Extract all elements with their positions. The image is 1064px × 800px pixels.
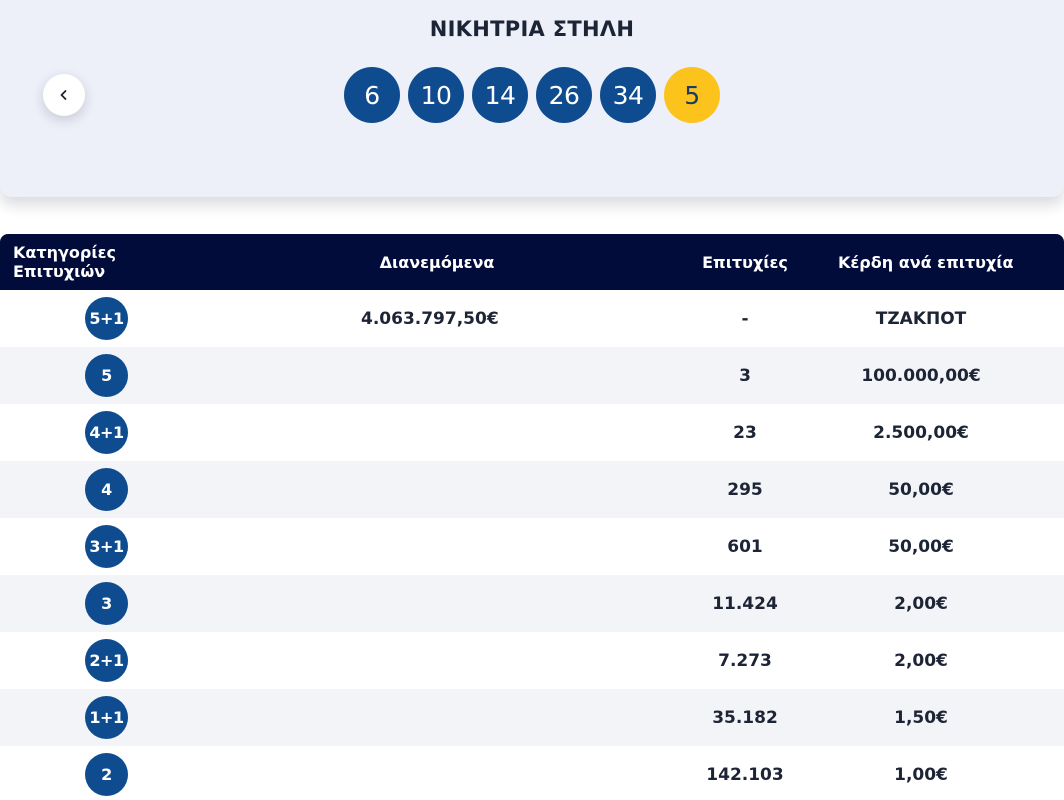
winners-cell: 11.424 <box>712 593 778 614</box>
table-row: 2 142.103 1,00€ <box>0 746 1064 800</box>
category-badge: 5 <box>85 354 128 397</box>
header-category: Κατηγορίες Επιτυχιών <box>13 243 116 281</box>
number-ball: 6 <box>344 67 400 123</box>
table-row: 2+1 7.273 2,00€ <box>0 632 1064 689</box>
prize-table: Κατηγορίες Επιτυχιών Διανεμόμενα Επιτυχί… <box>0 234 1064 800</box>
winners-cell: 3 <box>739 365 751 386</box>
winners-cell: 295 <box>727 479 763 500</box>
category-badge: 3 <box>85 582 128 625</box>
table-row: 4 295 50,00€ <box>0 461 1064 518</box>
header-winners: Επιτυχίες <box>702 252 788 272</box>
header-distributed: Διανεμόμενα <box>379 252 495 272</box>
table-row: 4+1 23 2.500,00€ <box>0 404 1064 461</box>
prize-cell: 2.500,00€ <box>873 422 969 443</box>
winners-cell: - <box>741 308 749 329</box>
bonus-ball: 5 <box>664 67 720 123</box>
category-badge: 1+1 <box>85 696 128 739</box>
prize-cell: ΤΖΑΚΠΟΤ <box>875 308 967 329</box>
category-badge: 2 <box>85 753 128 796</box>
table-row: 5+1 4.063.797,50€ - ΤΖΑΚΠΟΤ <box>0 290 1064 347</box>
winners-cell: 35.182 <box>712 707 778 728</box>
distributed-cell: 4.063.797,50€ <box>361 308 499 329</box>
table-row: 3+1 601 50,00€ <box>0 518 1064 575</box>
number-ball: 26 <box>536 67 592 123</box>
winners-cell: 601 <box>727 536 763 557</box>
category-badge: 5+1 <box>85 297 128 340</box>
prize-cell: 50,00€ <box>888 479 954 500</box>
table-row: 3 11.424 2,00€ <box>0 575 1064 632</box>
prize-cell: 1,50€ <box>894 707 948 728</box>
number-ball: 34 <box>600 67 656 123</box>
chevron-left-icon <box>60 90 67 100</box>
table-body: 5+1 4.063.797,50€ - ΤΖΑΚΠΟΤ 5 3 100.000,… <box>0 290 1064 800</box>
table-row: 5 3 100.000,00€ <box>0 347 1064 404</box>
category-badge: 2+1 <box>85 639 128 682</box>
prize-cell: 1,00€ <box>894 764 948 785</box>
winners-cell: 7.273 <box>718 650 772 671</box>
prize-cell: 2,00€ <box>894 593 948 614</box>
header-prize: Κέρδη ανά επιτυχία <box>838 252 1014 272</box>
winners-cell: 23 <box>733 422 757 443</box>
table-row: 1+1 35.182 1,50€ <box>0 689 1064 746</box>
winners-cell: 142.103 <box>706 764 784 785</box>
winning-numbers: 6 10 14 26 34 5 <box>344 67 728 123</box>
prize-cell: 100.000,00€ <box>861 365 981 386</box>
prize-cell: 2,00€ <box>894 650 948 671</box>
prize-cell: 50,00€ <box>888 536 954 557</box>
table-header: Κατηγορίες Επιτυχιών Διανεμόμενα Επιτυχί… <box>0 234 1064 290</box>
draw-title: ΝΙΚΗΤΡΙΑ ΣΤΗΛΗ <box>429 17 635 41</box>
category-badge: 4 <box>85 468 128 511</box>
category-badge: 3+1 <box>85 525 128 568</box>
number-ball: 14 <box>472 67 528 123</box>
winning-draw-card: ΝΙΚΗΤΡΙΑ ΣΤΗΛΗ 6 10 14 26 34 5 <box>0 0 1064 197</box>
category-badge: 4+1 <box>85 411 128 454</box>
page: ΝΙΚΗΤΡΙΑ ΣΤΗΛΗ 6 10 14 26 34 5 Κατηγορίε… <box>0 0 1064 800</box>
previous-draw-button[interactable] <box>43 74 85 116</box>
number-ball: 10 <box>408 67 464 123</box>
